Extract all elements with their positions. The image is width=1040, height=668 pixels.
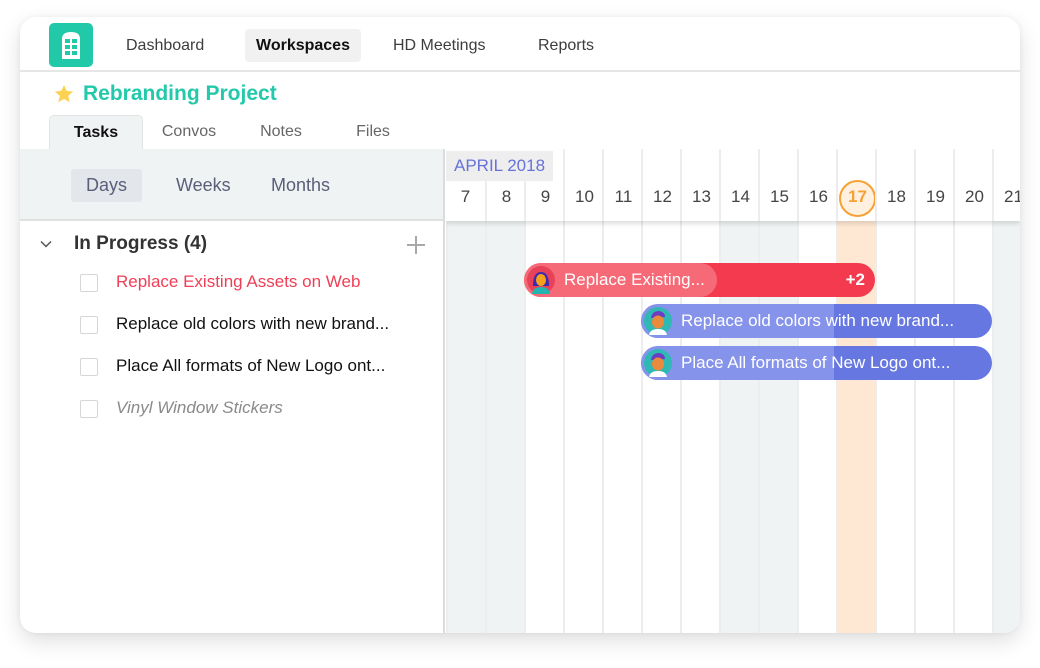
day-number: 9	[540, 187, 551, 206]
day-header-cell: 15	[758, 149, 797, 221]
day-header-cell: 13	[680, 149, 719, 221]
day-number: 10	[575, 187, 594, 206]
day-header-cell: 17	[836, 149, 876, 221]
day-number: 8	[501, 187, 512, 206]
bar-label: Replace Existing...	[564, 270, 705, 289]
day-header-cell: 12	[641, 149, 680, 221]
project-title: Rebranding Project	[83, 82, 277, 105]
day-number: 13	[692, 187, 711, 206]
day-column	[485, 221, 524, 633]
nav-dashboard[interactable]: Dashboard	[115, 29, 215, 62]
day-number: 21	[1004, 187, 1020, 206]
plus-icon[interactable]	[404, 233, 428, 257]
man-avatar[interactable]	[644, 307, 672, 335]
day-number: 16	[809, 187, 828, 206]
day-number: 14	[731, 187, 750, 206]
nav-reports[interactable]: Reports	[527, 29, 605, 62]
day-column	[914, 221, 953, 633]
day-header-cell: 16	[797, 149, 836, 221]
task-title[interactable]: Place All formats of New Logo ont...	[116, 356, 385, 376]
day-header-cell: 7	[446, 181, 485, 221]
man-avatar[interactable]	[644, 349, 672, 377]
app-window: Dashboard Workspaces HD Meetings Reports…	[20, 17, 1020, 633]
day-number: 12	[653, 187, 672, 206]
task-title[interactable]: Vinyl Window Stickers	[116, 398, 283, 418]
day-header-cell: 11	[602, 149, 641, 221]
star-icon[interactable]	[53, 83, 75, 105]
day-column	[875, 221, 914, 633]
tab-tasks[interactable]: Tasks	[49, 115, 143, 149]
day-column	[446, 221, 485, 633]
day-number: 19	[926, 187, 945, 206]
task-row: Replace old colors with new brand...	[20, 305, 443, 345]
top-navigation: Dashboard Workspaces HD Meetings Reports	[20, 17, 1020, 72]
gantt-bar[interactable]: Replace old colors with new brand...	[641, 304, 992, 338]
scale-weeks-button[interactable]: Weeks	[161, 169, 246, 202]
month-label: APRIL 2018	[446, 151, 554, 181]
task-row: Vinyl Window Stickers	[20, 389, 443, 429]
gantt-bar[interactable]: Place All formats of New Logo ont...	[641, 346, 992, 380]
task-checkbox[interactable]	[80, 316, 98, 334]
tab-files[interactable]: Files	[327, 115, 419, 149]
woman-avatar[interactable]	[527, 266, 555, 294]
day-header-cell: 8	[485, 181, 524, 221]
day-number: 15	[770, 187, 789, 206]
day-header-cell: 14	[719, 149, 758, 221]
day-header-cell: 21	[992, 149, 1020, 221]
chevron-down-icon[interactable]	[39, 237, 53, 251]
nav-workspaces[interactable]: Workspaces	[245, 29, 361, 62]
gantt-bar[interactable]: Replace Existing... +2	[524, 263, 875, 297]
day-header-cell: 18	[875, 149, 914, 221]
day-header-cell: 20	[953, 149, 992, 221]
day-header-cell: 19	[914, 149, 953, 221]
task-row: Replace Existing Assets on Web	[20, 263, 443, 303]
day-header-cell: 9	[524, 181, 563, 221]
day-header-cell: 10	[563, 149, 602, 221]
tab-convos[interactable]: Convos	[143, 115, 235, 149]
project-header: Rebranding Project	[53, 79, 277, 109]
project-tabs: Tasks Convos Notes Files	[49, 115, 419, 149]
day-number: 11	[614, 187, 633, 206]
task-checkbox[interactable]	[80, 358, 98, 376]
scale-months-button[interactable]: Months	[256, 169, 345, 202]
day-column	[953, 221, 992, 633]
app-logo[interactable]	[49, 23, 93, 67]
task-checkbox[interactable]	[80, 274, 98, 292]
task-list-panel: Days Weeks Months In Progress (4) Replac…	[20, 149, 445, 633]
task-row: Place All formats of New Logo ont...	[20, 347, 443, 387]
day-number: 17	[848, 187, 867, 206]
time-scale-selector: Days Weeks Months	[20, 149, 443, 221]
tab-notes[interactable]: Notes	[235, 115, 327, 149]
gantt-timeline: APRIL 2018 7 8 9 10 11 12 13 14 15 16 17 18 19 20 21 R…	[446, 149, 1020, 633]
task-title[interactable]: Replace old colors with new brand...	[116, 314, 389, 334]
building-icon	[62, 32, 80, 59]
bar-extra-count[interactable]: +2	[846, 263, 865, 297]
day-number: 20	[965, 187, 984, 206]
task-checkbox[interactable]	[80, 400, 98, 418]
timeline-header: APRIL 2018 7 8 9 10 11 12 13 14 15 16 17 18 19 20 21	[446, 149, 1020, 221]
day-number: 18	[887, 187, 906, 206]
bar-label: Replace old colors with new brand...	[681, 311, 955, 330]
group-header-in-progress: In Progress (4)	[20, 223, 443, 267]
group-title: In Progress (4)	[74, 233, 208, 254]
scale-days-button[interactable]: Days	[71, 169, 143, 202]
day-column	[992, 221, 1020, 633]
nav-hd-meetings[interactable]: HD Meetings	[382, 29, 496, 62]
bar-label: Place All formats of New Logo ont...	[681, 353, 951, 372]
day-number: 7	[460, 187, 471, 206]
task-title[interactable]: Replace Existing Assets on Web	[116, 272, 360, 292]
